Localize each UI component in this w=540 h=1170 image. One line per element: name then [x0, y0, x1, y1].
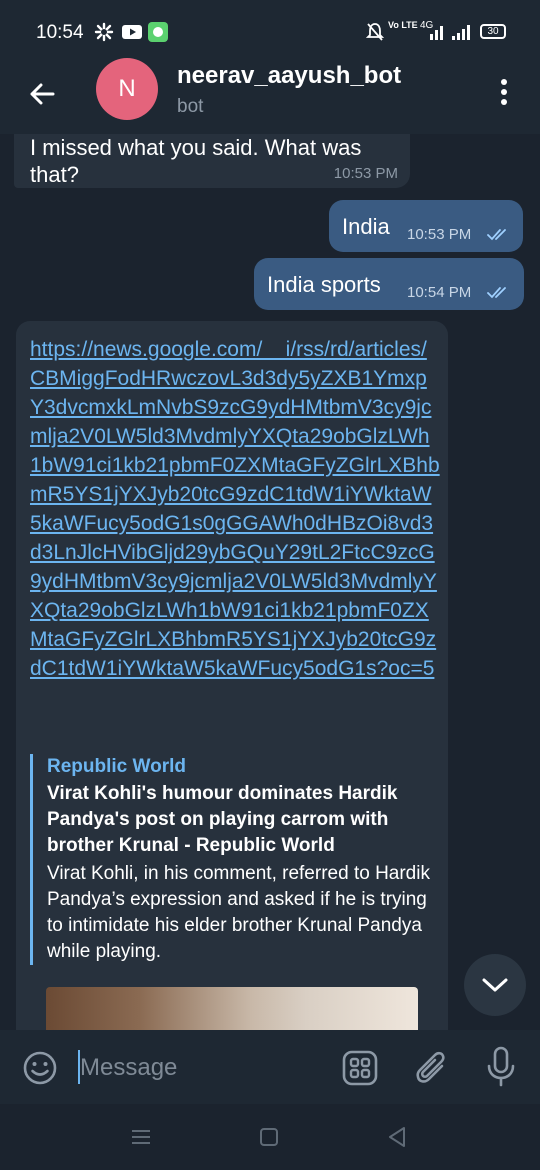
app-notification-icon: [148, 22, 168, 42]
message-text: India sports: [267, 272, 381, 297]
dot-icon: [501, 99, 507, 105]
fan-icon: [94, 22, 114, 42]
chevron-down-icon: [482, 978, 508, 992]
signal-icon-2: [452, 25, 470, 40]
double-check-icon: [487, 229, 506, 241]
mute-bell-icon: [366, 23, 384, 41]
message-bubble-outgoing[interactable]: India 10:53 PM: [329, 200, 523, 252]
message-time: 10:54 PM: [407, 284, 472, 301]
youtube-icon: [122, 25, 142, 39]
message-link[interactable]: https://news.google.com/__i/rss/rd/artic…: [30, 335, 440, 683]
more-options-button[interactable]: [490, 72, 518, 112]
link-preview[interactable]: Republic World Virat Kohli's humour domi…: [30, 754, 434, 965]
back-button[interactable]: [22, 74, 62, 114]
microphone-icon[interactable]: [484, 1046, 518, 1088]
nav-back-icon[interactable]: [386, 1126, 408, 1148]
message-bubble-incoming[interactable]: I missed what you said. What was that? 1…: [14, 134, 410, 188]
arrow-left-icon: [30, 83, 55, 105]
message-time: 10:53 PM: [333, 165, 398, 182]
home-icon[interactable]: [260, 1128, 278, 1146]
message-text: India: [342, 214, 390, 239]
status-time: 10:54: [36, 22, 84, 43]
dot-icon: [501, 89, 507, 95]
chat-subtitle: bot: [177, 96, 204, 117]
paperclip-icon[interactable]: [414, 1048, 450, 1088]
volte-label: Vo LTE: [388, 20, 418, 30]
battery-indicator: 30: [480, 24, 506, 39]
message-bubble-outgoing[interactable]: India sports 10:54 PM: [254, 258, 524, 310]
double-check-icon: [487, 287, 506, 299]
chat-header: N neerav_aayush_bot bot: [0, 56, 540, 134]
signal-icon-1: [430, 26, 443, 40]
message-bubble-incoming[interactable]: https://news.google.com/__i/rss/rd/artic…: [16, 321, 448, 1030]
dot-icon: [501, 79, 507, 85]
system-navigation-bar: [0, 1104, 540, 1170]
bot-commands-icon[interactable]: [342, 1050, 378, 1086]
avatar[interactable]: N: [96, 58, 158, 120]
link-preview-image[interactable]: [46, 987, 418, 1030]
scroll-down-button[interactable]: [464, 954, 526, 1016]
link-preview-site: Republic World: [47, 756, 186, 777]
message-input[interactable]: [80, 1052, 320, 1084]
message-composer: [0, 1030, 540, 1104]
message-time: 10:53 PM: [407, 226, 472, 243]
status-bar: 10:54 Vo LTE 4G 30: [0, 0, 540, 56]
message-list[interactable]: I missed what you said. What was that? 1…: [0, 134, 540, 1030]
chat-title[interactable]: neerav_aayush_bot: [177, 62, 401, 90]
link-preview-description: Virat Kohli, in his comment, referred to…: [47, 863, 430, 962]
recent-apps-icon[interactable]: [130, 1126, 152, 1148]
emoji-icon[interactable]: [22, 1050, 58, 1086]
link-preview-title: Virat Kohli's humour dominates Hardik Pa…: [47, 783, 398, 856]
